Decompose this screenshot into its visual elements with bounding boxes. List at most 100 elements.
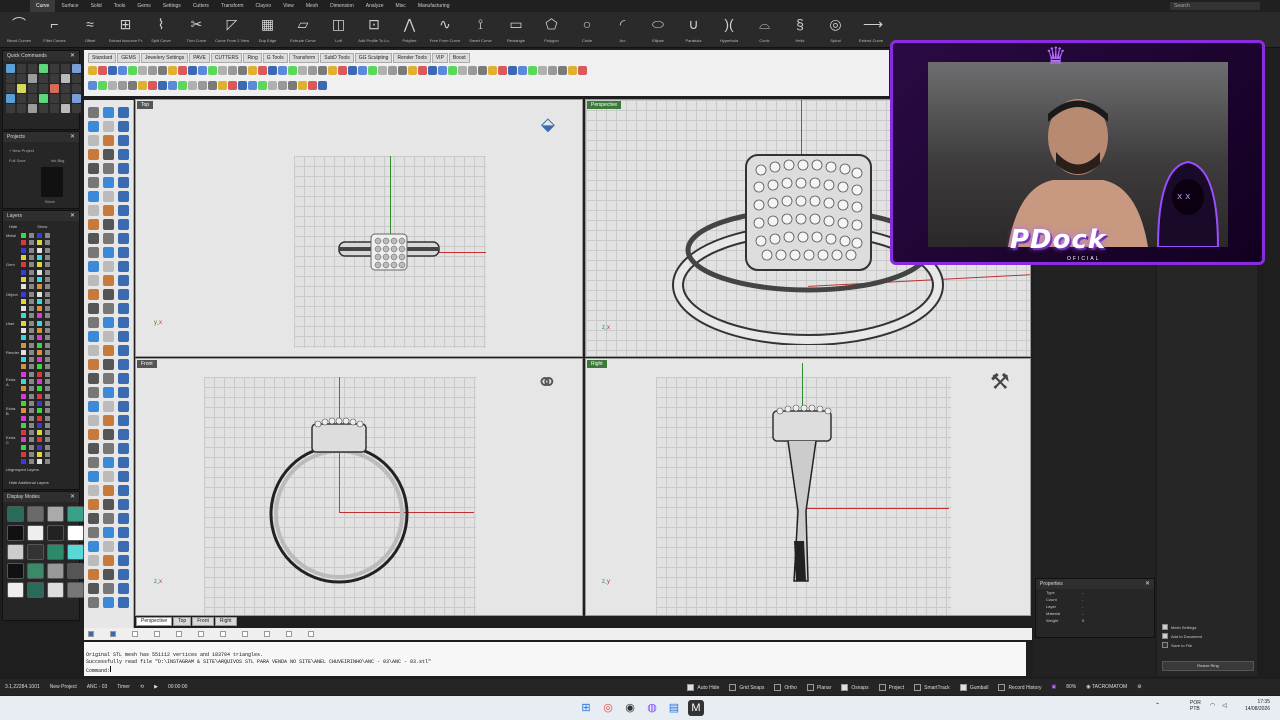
side-tool-icon[interactable] [103,275,114,286]
layer-color-swatch[interactable] [37,328,42,333]
quick-command-button[interactable] [28,74,37,83]
layer-color-swatch[interactable] [37,408,42,414]
layer-color-swatch[interactable] [37,240,42,246]
toolbar-tab-gg-sculpting[interactable]: GG Sculpting [354,53,393,63]
layer-color-swatch[interactable] [37,386,42,392]
quick-command-button[interactable] [28,104,37,113]
layer-color-swatch[interactable] [37,269,42,275]
layer-color-swatch[interactable] [21,349,26,355]
eye-icon[interactable] [45,349,50,355]
layer-color-swatch[interactable] [21,298,26,304]
ribbon-free-form-curve[interactable]: ∿ Free Form Curve [428,14,462,46]
hide-layers-button[interactable]: Hide [9,224,17,229]
layer-color-swatch[interactable] [37,379,42,385]
eye-icon[interactable] [45,335,50,341]
osnap-checkbox[interactable] [242,631,248,637]
side-tool-icon[interactable] [88,247,99,258]
close-icon[interactable]: ✕ [1145,579,1150,589]
ribbon-extrude-curve[interactable]: ▱ Extrude Curve [286,14,320,46]
quick-command-button[interactable] [50,64,59,73]
display-mode-button[interactable] [7,544,24,560]
layer-row[interactable] [3,239,79,246]
checkbox[interactable] [1162,642,1168,648]
quick-command-button[interactable] [28,84,37,93]
layer-row[interactable] [3,254,79,261]
display-mode-button[interactable] [67,582,84,598]
display-mode-button[interactable] [67,563,84,579]
side-tool-icon[interactable] [103,499,114,510]
toolbar-tab-pave[interactable]: PAVE [189,53,210,63]
side-tool-icon[interactable] [103,303,114,314]
side-tool-icon[interactable] [88,331,99,342]
toolbar-tool-icon[interactable] [108,66,117,75]
layer-color-swatch[interactable] [21,430,26,436]
layer-color-swatch[interactable] [21,437,26,443]
toolbar-tool-icon[interactable] [198,81,207,90]
mesh-option[interactable]: Save to File [1162,642,1202,648]
toolbar-tab-g-tools[interactable]: G Tools [262,53,288,63]
toolbar-tool-icon[interactable] [548,66,557,75]
layer-color-swatch[interactable] [37,291,42,297]
ribbon-helix[interactable]: § Helix [783,14,817,46]
toolbar-tool-icon[interactable] [148,66,157,75]
side-tool-icon[interactable] [88,205,99,216]
layer-row[interactable] [3,298,79,305]
toolbar-tab-cutters[interactable]: CUTTERS [210,53,243,63]
layer-color-swatch[interactable] [21,342,26,348]
side-tool-icon[interactable] [118,569,129,580]
osnap-checkbox[interactable] [308,631,314,637]
toolbar-tab-subd-tools[interactable]: SubD Tools [320,53,354,63]
side-tool-icon[interactable] [118,597,129,608]
side-tool-icon[interactable] [88,499,99,510]
viewport-top[interactable]: ⬙ yˍx Top [135,99,583,357]
menu-tab-settings[interactable]: Settings [157,0,187,12]
viewport-tab-front[interactable]: Front [192,617,214,626]
side-tool-icon[interactable] [118,107,129,118]
project-thumbnail[interactable] [41,167,63,197]
eye-icon[interactable] [45,276,50,282]
layer-color-swatch[interactable] [21,415,26,421]
side-tool-icon[interactable] [88,457,99,468]
eye-icon[interactable] [45,386,50,392]
eye-icon[interactable] [45,306,50,312]
toolbar-tool-icon[interactable] [158,66,167,75]
layer-color-swatch[interactable] [37,371,42,377]
eye-icon[interactable] [29,247,34,253]
toggle-gumball[interactable]: Gumball [955,683,994,691]
side-tool-icon[interactable] [118,205,129,216]
layer-color-swatch[interactable] [37,364,42,370]
toolbar-tab-boost[interactable]: Boost [448,53,470,63]
layer-color-swatch[interactable] [37,422,42,428]
layer-color-swatch[interactable] [21,444,26,450]
side-tool-icon[interactable] [118,317,129,328]
layer-row[interactable] [3,305,79,312]
quick-command-button[interactable] [17,84,26,93]
quick-command-button[interactable] [61,104,70,113]
side-tool-icon[interactable] [118,373,129,384]
side-tool-icon[interactable] [118,233,129,244]
eye-icon[interactable] [29,400,34,406]
menu-tab-transform[interactable]: Transform [215,0,250,12]
wifi-icon[interactable]: ◠ [1210,702,1215,709]
toolbar-tool-icon[interactable] [268,66,277,75]
layer-color-swatch[interactable] [37,255,42,261]
eye-icon[interactable] [45,255,50,261]
osnap-checkbox[interactable] [110,631,116,637]
side-tool-icon[interactable] [103,373,114,384]
display-mode-button[interactable] [47,544,64,560]
toolbar-tool-icon[interactable] [578,66,587,75]
eye-icon[interactable] [29,386,34,392]
toolbar-tab-render-tools[interactable]: Render Tools [393,53,431,63]
viewport-title[interactable]: Perspective [587,101,622,109]
layer-color-swatch[interactable] [21,422,26,428]
toolbar-tool-icon[interactable] [88,81,97,90]
side-tool-icon[interactable] [103,387,114,398]
layer-color-swatch[interactable] [37,430,42,436]
layer-color-swatch[interactable] [21,364,26,370]
layer-color-swatch[interactable] [21,320,26,326]
osnap-checkbox[interactable] [176,631,182,637]
layer-color-swatch[interactable] [21,357,26,363]
layer-color-swatch[interactable] [21,452,26,458]
quick-command-button[interactable] [39,74,48,83]
side-tool-icon[interactable] [103,583,114,594]
